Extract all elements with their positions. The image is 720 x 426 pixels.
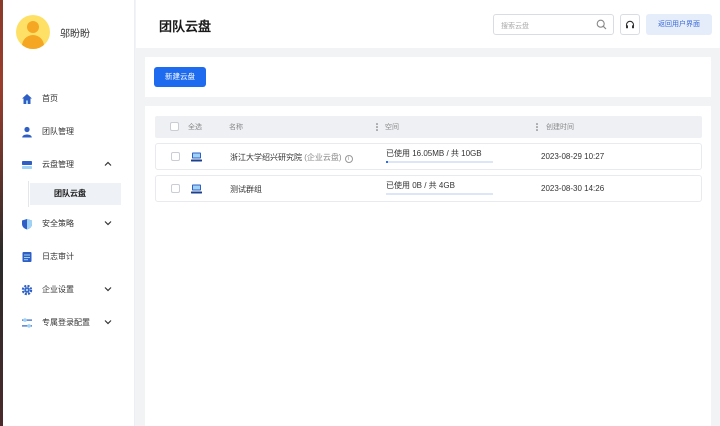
submenu-line bbox=[28, 181, 29, 207]
sidebar-item-label: 首页 bbox=[42, 94, 58, 103]
sidebar-item-label: 云盘管理 bbox=[42, 160, 74, 169]
search-box bbox=[493, 14, 614, 36]
column-resize-icon[interactable] bbox=[536, 122, 538, 132]
disk-name[interactable]: 浙江大学绍兴研究院 (企业云盘) i bbox=[230, 152, 353, 163]
row-checkbox[interactable] bbox=[171, 152, 180, 161]
sidebar-item-label: 团队管理 bbox=[42, 127, 74, 136]
created-time: 2023-08-30 14:26 bbox=[541, 184, 605, 193]
usage-bar bbox=[386, 193, 493, 195]
space-usage: 已使用 0B / 共 4GB bbox=[386, 181, 455, 190]
disk-icon bbox=[191, 152, 202, 162]
sidebar-item-label: 企业设置 bbox=[42, 285, 74, 294]
user-profile[interactable]: 邬盼盼 bbox=[16, 15, 90, 49]
disk-type-tag: (企业云盘) bbox=[304, 153, 342, 162]
disk-name[interactable]: 测试群组 bbox=[230, 184, 262, 195]
gear-icon bbox=[20, 283, 33, 296]
disk-icon bbox=[20, 158, 33, 171]
avatar[interactable] bbox=[16, 15, 50, 49]
sidebar: 邬盼盼 首页 团队管理 云盘管理 团队云盘 安全策略 日志审计 企业设置 专属登… bbox=[3, 0, 135, 426]
avatar-head bbox=[27, 21, 39, 33]
column-resize-icon[interactable] bbox=[376, 122, 378, 132]
log-icon bbox=[20, 250, 33, 263]
search-input[interactable] bbox=[494, 17, 589, 36]
disk-list-panel: 全选 名称 空间 创建时间 浙江大学绍兴研究院 (企业云盘) i 已使用 16.0… bbox=[145, 106, 711, 426]
chevron-up-icon[interactable] bbox=[103, 159, 113, 169]
chevron-down-icon[interactable] bbox=[103, 218, 113, 228]
table-row[interactable]: 浙江大学绍兴研究院 (企业云盘) i 已使用 16.05MB / 共 10GB 2… bbox=[155, 143, 702, 170]
sidebar-item-enterprise-settings[interactable]: 企业设置 bbox=[3, 273, 135, 306]
sidebar-item-team-management[interactable]: 团队管理 bbox=[3, 115, 135, 148]
sliders-icon bbox=[20, 316, 33, 329]
table-header: 全选 名称 空间 创建时间 bbox=[155, 116, 702, 138]
header-created: 创建时间 bbox=[546, 124, 574, 131]
sidebar-item-label: 日志审计 bbox=[42, 252, 74, 261]
disk-name-text: 浙江大学绍兴研究院 bbox=[230, 153, 302, 162]
sidebar-item-cloud-disk-management[interactable]: 云盘管理 bbox=[3, 148, 135, 181]
sidebar-item-login-config[interactable]: 专属登录配置 bbox=[3, 306, 135, 339]
chevron-down-icon[interactable] bbox=[103, 284, 113, 294]
headset-icon bbox=[625, 20, 635, 28]
sidebar-item-label: 安全策略 bbox=[42, 219, 74, 228]
sidebar-menu: 首页 团队管理 云盘管理 团队云盘 安全策略 日志审计 企业设置 专属登录配置 bbox=[3, 82, 135, 339]
table-row[interactable]: 测试群组 已使用 0B / 共 4GB 2023-08-30 14:26 bbox=[155, 175, 702, 202]
disk-icon bbox=[191, 184, 202, 194]
new-cloud-disk-button[interactable]: 新建云盘 bbox=[154, 67, 206, 87]
support-button[interactable] bbox=[620, 14, 640, 35]
info-icon[interactable]: i bbox=[344, 155, 353, 163]
header-name: 名称 bbox=[229, 124, 243, 131]
sidebar-subitem-team-disk[interactable]: 团队云盘 bbox=[30, 183, 121, 205]
usage-bar bbox=[386, 161, 493, 163]
sidebar-item-label: 专属登录配置 bbox=[42, 318, 90, 327]
created-time: 2023-08-29 10:27 bbox=[541, 152, 605, 161]
row-checkbox[interactable] bbox=[171, 184, 180, 193]
user-name: 邬盼盼 bbox=[60, 28, 90, 40]
toolbar: 新建云盘 bbox=[145, 57, 711, 97]
return-to-user-button[interactable]: 返回用户界面 bbox=[646, 14, 712, 35]
search-icon[interactable] bbox=[596, 19, 607, 30]
header-space: 空间 bbox=[385, 124, 399, 131]
sidebar-item-security-policy[interactable]: 安全策略 bbox=[3, 207, 135, 240]
submenu-cloud-disk: 团队云盘 bbox=[3, 181, 135, 207]
home-icon bbox=[20, 92, 33, 105]
sidebar-item-log-audit[interactable]: 日志审计 bbox=[3, 240, 135, 273]
shield-icon bbox=[20, 217, 33, 230]
sidebar-item-home[interactable]: 首页 bbox=[3, 82, 135, 115]
header-select-all: 全选 bbox=[188, 124, 202, 131]
select-all-checkbox[interactable] bbox=[170, 122, 179, 131]
avatar-body bbox=[22, 35, 44, 49]
header: 团队云盘 返回用户界面 bbox=[136, 0, 720, 48]
person-icon bbox=[20, 125, 33, 138]
page-title: 团队云盘 bbox=[159, 19, 212, 34]
usage-bar-fill bbox=[386, 161, 388, 163]
chevron-down-icon[interactable] bbox=[103, 317, 113, 327]
space-usage: 已使用 16.05MB / 共 10GB bbox=[386, 149, 482, 158]
